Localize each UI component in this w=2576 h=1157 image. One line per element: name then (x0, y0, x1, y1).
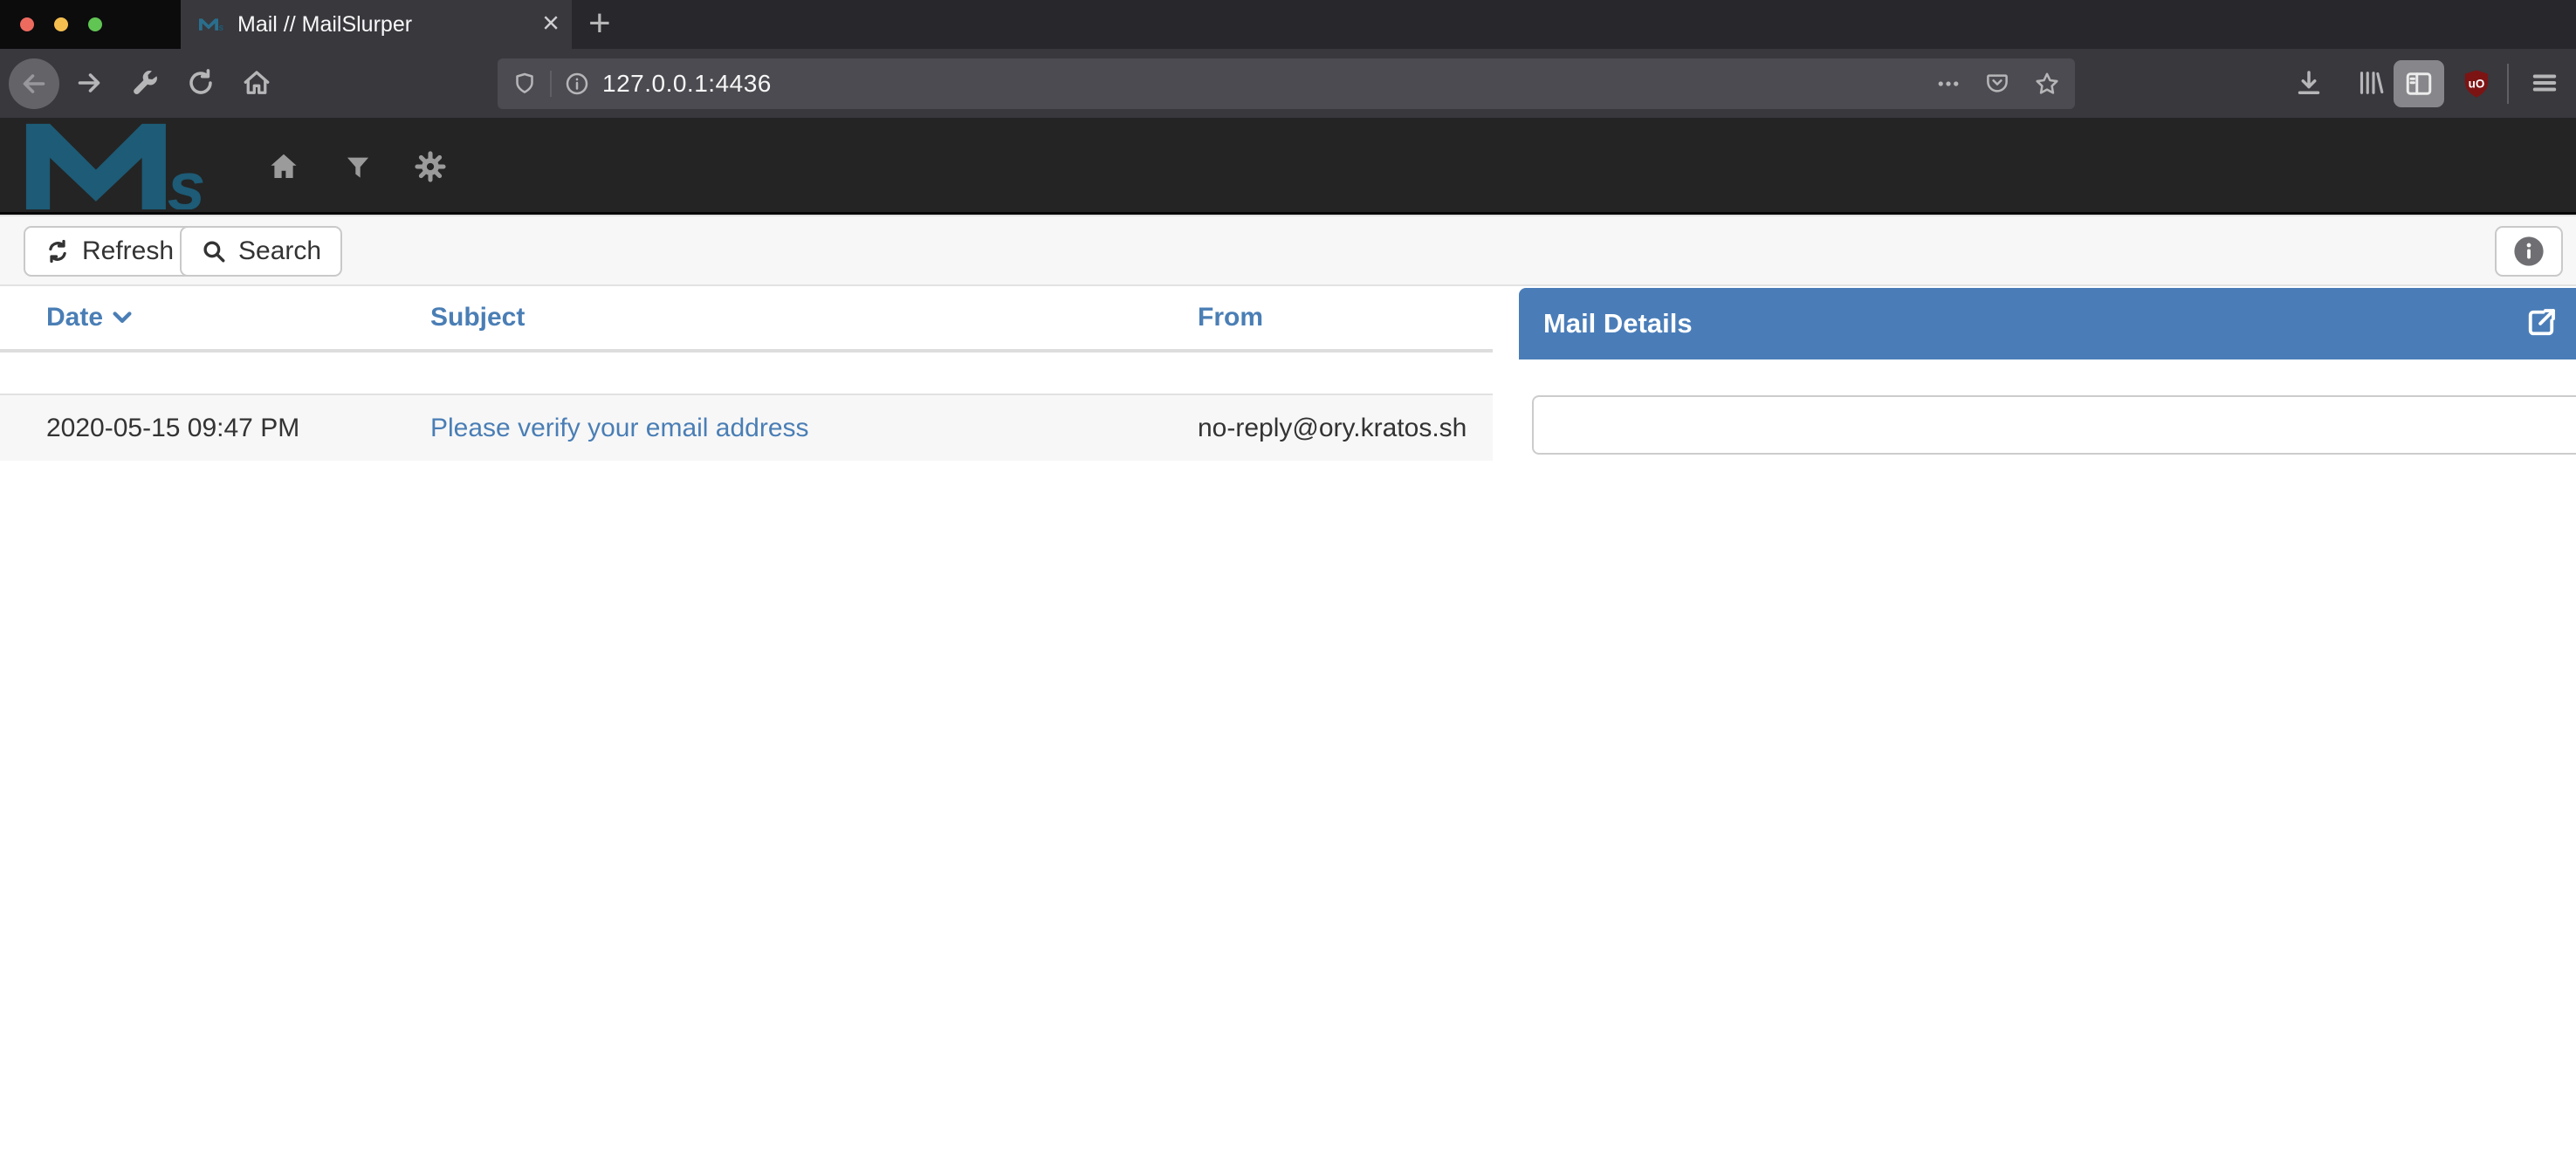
browser-tab[interactable]: s Mail // MailSlurper × (181, 0, 572, 49)
downloads-button[interactable] (2293, 67, 2325, 99)
mail-details-content-box (1532, 395, 2576, 455)
library-button[interactable] (2355, 67, 2387, 99)
mail-row[interactable]: 2020-05-15 09:47 PM Please verify your e… (0, 395, 1493, 461)
wrench-icon (129, 67, 161, 99)
window-zoom-button[interactable] (88, 17, 102, 31)
sidebar-icon (2403, 68, 2435, 99)
reload-button[interactable] (185, 67, 216, 99)
wrench-button[interactable] (129, 67, 161, 99)
mail-details-panel: Mail Details (1519, 288, 2576, 637)
home-icon (241, 67, 272, 99)
app-button-toolbar: Refresh Search (0, 215, 2576, 286)
ublock-glyph: uO (2469, 77, 2485, 90)
back-icon (18, 68, 50, 99)
browser-tab-bar: s Mail // MailSlurper × + (0, 0, 2576, 49)
column-header-from[interactable]: From (1198, 303, 1263, 332)
filter-icon (343, 153, 373, 182)
mail-subject-link[interactable]: Please verify your email address (430, 414, 809, 443)
sort-desc-chevron-icon (112, 310, 133, 325)
search-button[interactable]: Search (180, 226, 342, 277)
reload-icon (185, 67, 216, 99)
date-header-label: Date (46, 303, 103, 332)
page-actions-icon[interactable] (1935, 71, 1961, 97)
toolbar-divider (2507, 64, 2509, 104)
library-icon (2355, 67, 2387, 99)
ublock-shield-icon: uO (2460, 67, 2493, 100)
mail-details-title: Mail Details (1543, 308, 1693, 339)
url-bar[interactable]: 127.0.0.1:4436 (498, 58, 2075, 109)
refresh-button-label: Refresh (82, 236, 174, 266)
mail-from-cell: no-reply@ory.kratos.sh (1198, 414, 1467, 443)
window-minimize-button[interactable] (54, 17, 68, 31)
info-button[interactable] (2495, 226, 2563, 277)
nav-home-button[interactable] (267, 150, 300, 183)
favicon-s-glyph: s (218, 23, 223, 33)
logo-s-glyph: s (168, 147, 205, 209)
mail-details-header: Mail Details (1519, 288, 2576, 359)
forward-button[interactable] (73, 67, 105, 99)
mail-list-header-row: Date Subject From (0, 288, 1493, 353)
app-navbar: s (0, 118, 2576, 215)
tab-title: Mail // MailSlurper (237, 12, 412, 38)
tab-close-icon[interactable]: × (542, 9, 560, 38)
empty-row (0, 353, 1493, 395)
urlbar-divider (550, 71, 552, 97)
mail-list-table: Date Subject From 2020-05-15 09:47 PM Pl… (0, 288, 1493, 461)
menu-button[interactable] (2529, 67, 2560, 99)
info-icon (2512, 235, 2545, 268)
tracking-protection-shield-icon[interactable] (512, 71, 538, 97)
refresh-button[interactable]: Refresh (24, 226, 195, 277)
search-icon (201, 238, 227, 264)
open-in-new-window-button[interactable] (2523, 305, 2559, 341)
refresh-icon (45, 238, 71, 264)
search-button-label: Search (238, 236, 321, 266)
macos-titlebar (0, 0, 181, 49)
pocket-save-icon[interactable] (1984, 71, 2010, 97)
nav-settings-button[interactable] (414, 150, 447, 183)
from-header-label: From (1198, 303, 1263, 332)
nav-filter-button[interactable] (343, 153, 373, 182)
new-tab-icon[interactable]: + (588, 4, 611, 43)
home-button[interactable] (241, 67, 272, 99)
ublock-origin-button[interactable]: uO (2460, 67, 2493, 100)
column-header-date[interactable]: Date (46, 303, 133, 332)
window-close-button[interactable] (20, 17, 34, 31)
back-button[interactable] (9, 58, 59, 109)
mail-date-cell: 2020-05-15 09:47 PM (46, 414, 299, 443)
nav-home-icon (267, 150, 300, 183)
mailslurper-logo: s (21, 122, 222, 209)
external-link-icon (2523, 305, 2559, 341)
hamburger-icon (2529, 67, 2560, 99)
url-text: 127.0.0.1:4436 (602, 70, 772, 98)
sidebar-toggle-button[interactable] (2394, 60, 2444, 107)
bookmark-star-icon[interactable] (2033, 70, 2061, 98)
gear-icon (414, 150, 447, 183)
mailslurper-favicon: s (199, 15, 225, 34)
download-icon (2293, 67, 2325, 99)
browser-nav-toolbar: 127.0.0.1:4436 (0, 49, 2576, 118)
column-header-subject[interactable]: Subject (430, 303, 525, 332)
forward-icon (73, 67, 105, 99)
site-info-icon[interactable] (564, 71, 590, 97)
subject-header-label: Subject (430, 303, 525, 332)
